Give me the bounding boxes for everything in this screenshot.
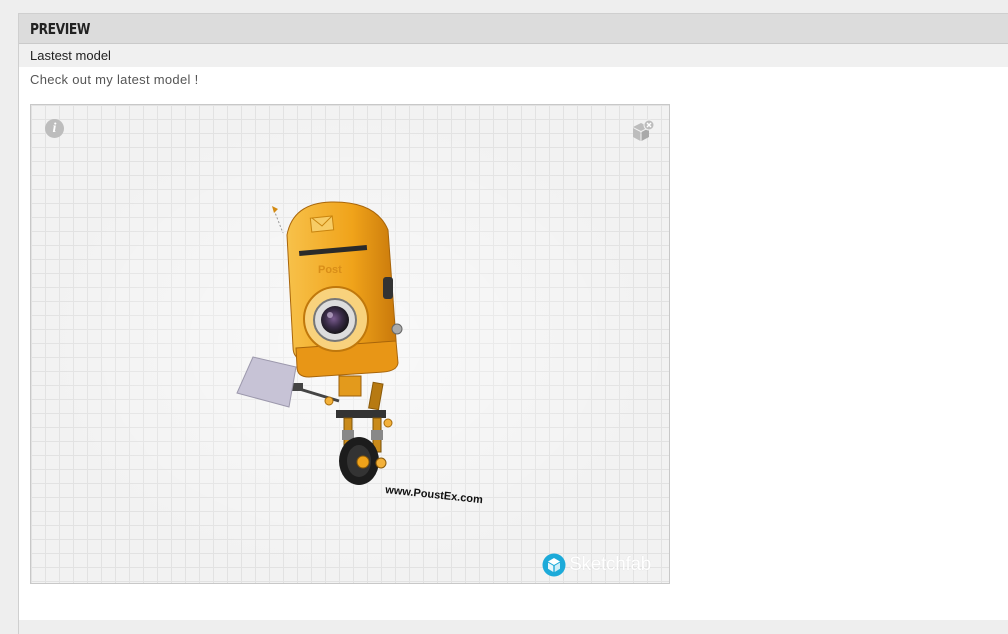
sketchfab-logo-link[interactable]: Sketchfab	[542, 553, 651, 577]
panel-title: PREVIEW	[30, 19, 91, 38]
sketchfab-brand-text: Sketchfab	[569, 554, 651, 575]
panel-footer	[19, 620, 1008, 634]
panel-header: PREVIEW	[19, 14, 1008, 44]
model-description: Check out my latest model !	[30, 72, 199, 87]
preview-panel: PREVIEW Lastest model Check out my lates…	[18, 13, 1008, 634]
sketchfab-viewer[interactable]: i Post www.PoustEx.com Sketchfab	[30, 104, 670, 584]
robot-mailbox-model[interactable]: Post www.PoustEx.com	[31, 105, 670, 584]
mailbox-post-text: Post	[318, 264, 342, 276]
sketchfab-logo-icon	[542, 553, 566, 577]
model-caption: www.PoustEx.com	[384, 484, 484, 506]
model-subtitle: Lastest model	[19, 44, 1008, 67]
